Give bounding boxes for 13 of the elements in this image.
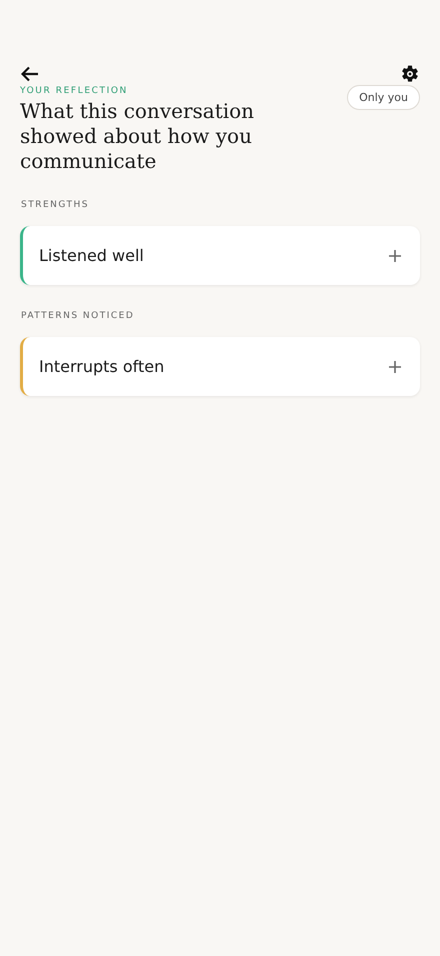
plus-icon — [388, 360, 402, 374]
section-label: STRENGTHS — [21, 200, 90, 210]
section-label: PATTERNS NOTICED — [21, 311, 136, 321]
page-title: What this conversation showed about how you communicate — [20, 99, 256, 174]
visibility-chip[interactable]: Only you — [347, 85, 420, 110]
back-button[interactable] — [20, 64, 40, 84]
reflection-card[interactable]: Listened well — [20, 226, 420, 285]
back-arrow-icon — [21, 66, 39, 82]
settings-icon — [400, 64, 420, 84]
settings-button[interactable] — [400, 64, 420, 84]
eyebrow-label: YOUR REFLECTION — [20, 85, 129, 97]
reflection-card[interactable]: Interrupts often — [20, 337, 420, 396]
plus-icon — [388, 248, 402, 262]
